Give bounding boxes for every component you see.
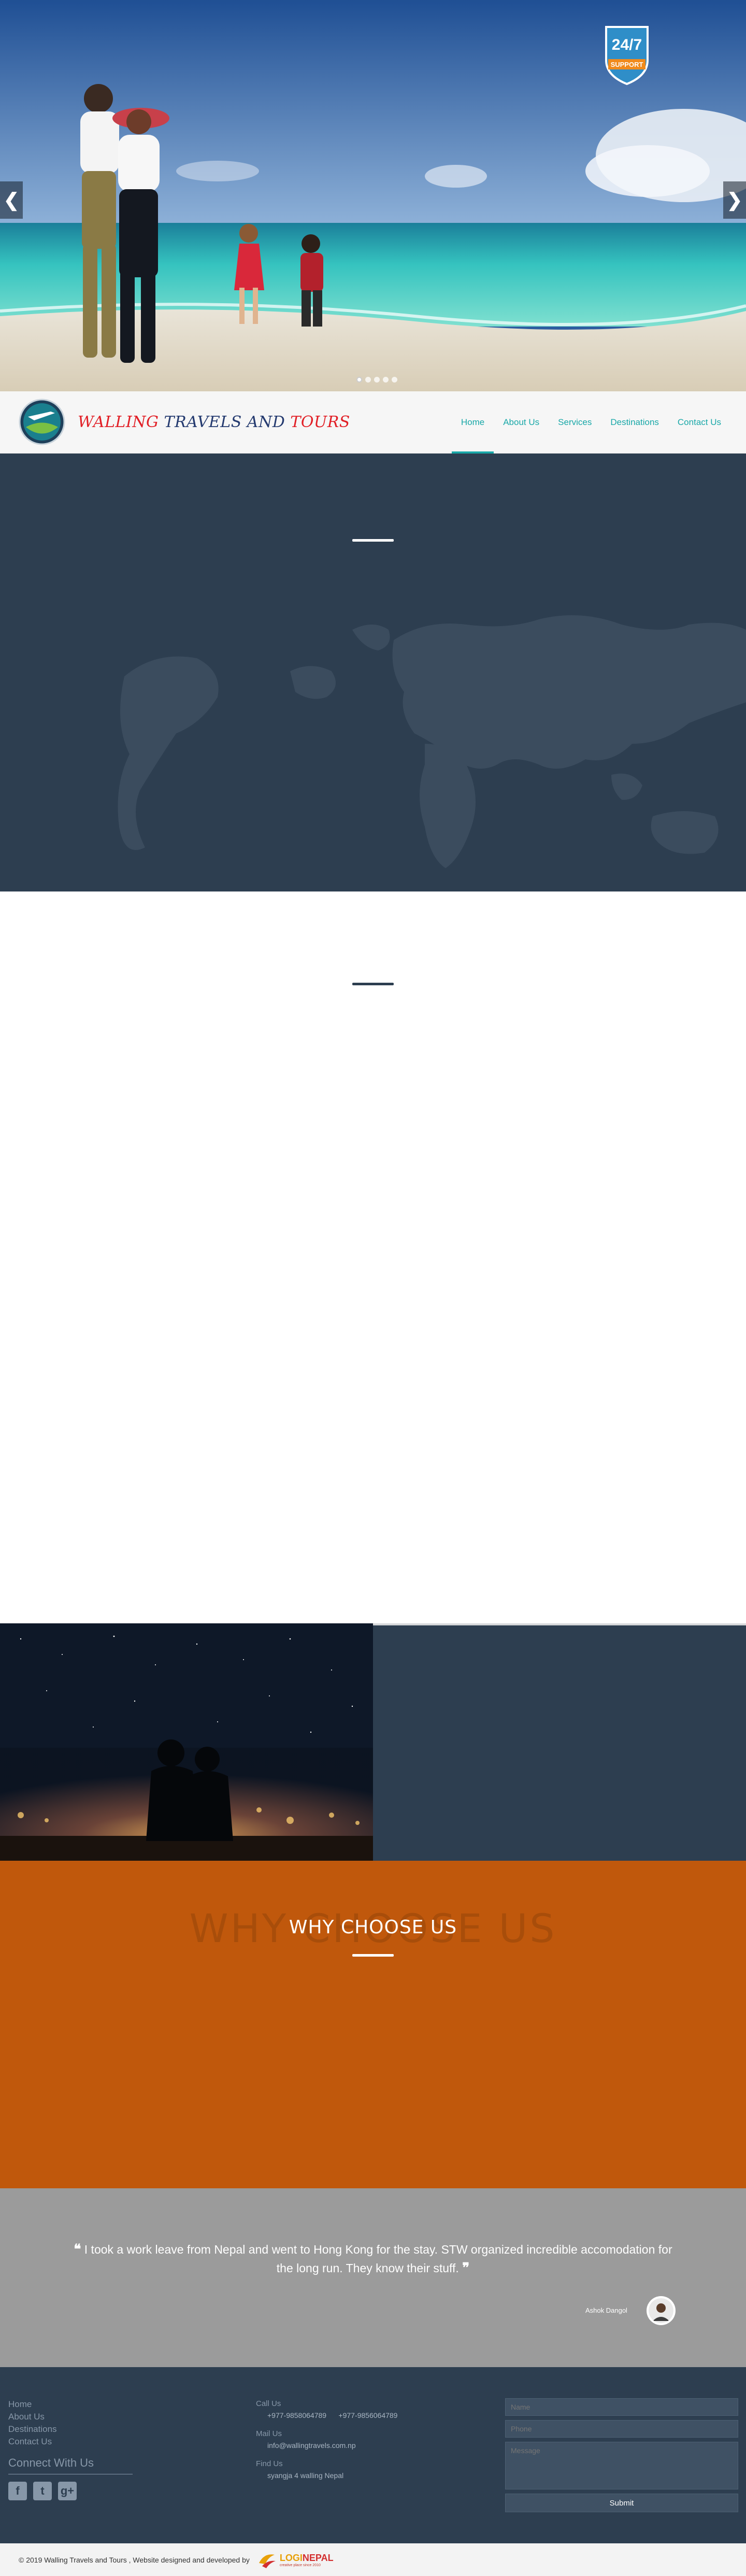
twitter-icon[interactable]: t bbox=[33, 2482, 52, 2500]
contact-form: Submit bbox=[505, 2398, 738, 2512]
footer-link-about-us[interactable]: About Us bbox=[8, 2411, 133, 2423]
author-avatar bbox=[647, 2296, 676, 2325]
logi-nepal-mark-icon bbox=[259, 2554, 276, 2568]
message-input[interactable] bbox=[505, 2442, 738, 2489]
slider-dot[interactable] bbox=[365, 377, 371, 383]
call-us-label: Call Us bbox=[256, 2399, 281, 2408]
nav-contact-us[interactable]: Contact Us bbox=[668, 391, 730, 454]
content-section bbox=[0, 891, 746, 1623]
brand-tours: TOURS bbox=[290, 413, 350, 431]
dark-panel bbox=[373, 1623, 746, 1861]
developer-name-logi: LOGI bbox=[279, 2552, 303, 2563]
world-map-section bbox=[0, 454, 746, 891]
testimonial-section: ❝ I took a work leave from Nepal and wen… bbox=[0, 2188, 746, 2367]
close-quote-icon: ❞ bbox=[462, 2260, 470, 2276]
social-icons: f t g+ bbox=[8, 2482, 133, 2500]
address: syangja 4 walling Nepal bbox=[267, 2471, 344, 2480]
email-address[interactable]: info@wallingtravels.com.np bbox=[256, 2440, 397, 2451]
hero-slider: 24/7 SUPPORT ❮ ❯ bbox=[0, 0, 746, 391]
brand-name[interactable]: WALLING TRAVELS AND TOURS bbox=[78, 413, 350, 431]
phone-input[interactable] bbox=[505, 2420, 738, 2438]
footer-link-home[interactable]: Home bbox=[8, 2398, 133, 2411]
brand-travels-and: TRAVELS AND bbox=[164, 413, 291, 431]
slider-dot[interactable] bbox=[383, 377, 389, 383]
testimonial-author: Ashok Dangol bbox=[585, 2306, 627, 2314]
nav-home[interactable]: Home bbox=[451, 391, 494, 454]
footer: Home About Us Destinations Contact Us Co… bbox=[0, 2367, 746, 2543]
why-choose-us-title: WHY CHOOSE US bbox=[289, 1917, 457, 1938]
night-city-image bbox=[0, 1623, 373, 1861]
phone-1[interactable]: +977-9858064789 bbox=[267, 2411, 326, 2419]
nav-services[interactable]: Services bbox=[549, 391, 601, 454]
developer-name-nepal: NEPAL bbox=[302, 2552, 334, 2563]
section-divider-bar bbox=[352, 1954, 394, 1957]
find-us-label: Find Us bbox=[256, 2459, 283, 2468]
nav-destinations[interactable]: Destinations bbox=[601, 391, 668, 454]
nav-menu: Home About Us Services Destinations Cont… bbox=[451, 391, 730, 454]
section-divider-bar bbox=[352, 539, 394, 542]
section-divider-bar bbox=[352, 983, 394, 985]
svg-text:24/7: 24/7 bbox=[612, 36, 642, 53]
copyright-bar: © 2019 Walling Travels and Tours , Websi… bbox=[0, 2543, 746, 2576]
footer-link-contact-us[interactable]: Contact Us bbox=[8, 2436, 133, 2448]
support-24-7-badge: 24/7 SUPPORT bbox=[605, 26, 649, 86]
slider-dot[interactable] bbox=[374, 377, 380, 383]
connect-with-us-heading: Connect With Us bbox=[8, 2456, 133, 2474]
developer-name: LOGINEPAL creative place since 2010 bbox=[280, 2553, 334, 2567]
phone-numbers: +977-9858064789 +977-9856064789 bbox=[256, 2410, 397, 2421]
footer-links-column: Home About Us Destinations Contact Us Co… bbox=[8, 2398, 133, 2500]
why-choose-us-section: WHY CHOOSE US WHY CHOOSE US bbox=[0, 1861, 746, 2188]
page: 24/7 SUPPORT ❮ ❯ WALLING TRAVELS AND TOU… bbox=[0, 0, 746, 2576]
footer-link-destinations[interactable]: Destinations bbox=[8, 2423, 133, 2436]
developer-logo[interactable]: LOGINEPAL creative place since 2010 bbox=[257, 2550, 334, 2570]
submit-button[interactable]: Submit bbox=[505, 2494, 738, 2512]
open-quote-icon: ❝ bbox=[74, 2242, 81, 2257]
brand-walling: WALLING bbox=[78, 413, 164, 431]
footer-contact-column: Call Us +977-9858064789 +977-9856064789 … bbox=[256, 2398, 397, 2488]
phone-2[interactable]: +977-9856064789 bbox=[338, 2411, 397, 2419]
copyright-text: © 2019 Walling Travels and Tours , Websi… bbox=[19, 2555, 250, 2564]
world-map-background bbox=[118, 615, 746, 868]
slider-dot[interactable] bbox=[356, 377, 362, 383]
slider-next-arrow[interactable]: ❯ bbox=[723, 181, 746, 219]
slider-prev-arrow[interactable]: ❮ bbox=[0, 181, 23, 219]
main-navbar: WALLING TRAVELS AND TOURS Home About Us … bbox=[0, 391, 746, 454]
testimonial-text: I took a work leave from Nepal and went … bbox=[84, 2243, 672, 2275]
nav-about-us[interactable]: About Us bbox=[494, 391, 549, 454]
developer-tagline: creative place since 2010 bbox=[279, 2563, 321, 2567]
google-plus-icon[interactable]: g+ bbox=[58, 2482, 77, 2500]
company-logo[interactable] bbox=[19, 399, 65, 445]
mail-us-label: Mail Us bbox=[256, 2429, 282, 2438]
couple-split-section bbox=[0, 1623, 746, 1861]
testimonial-quote: ❝ I took a work leave from Nepal and wen… bbox=[73, 2240, 673, 2277]
name-input[interactable] bbox=[505, 2398, 738, 2416]
facebook-icon[interactable]: f bbox=[8, 2482, 27, 2500]
slider-dots bbox=[356, 377, 397, 383]
slider-dot[interactable] bbox=[392, 377, 397, 383]
svg-text:SUPPORT: SUPPORT bbox=[611, 61, 643, 68]
